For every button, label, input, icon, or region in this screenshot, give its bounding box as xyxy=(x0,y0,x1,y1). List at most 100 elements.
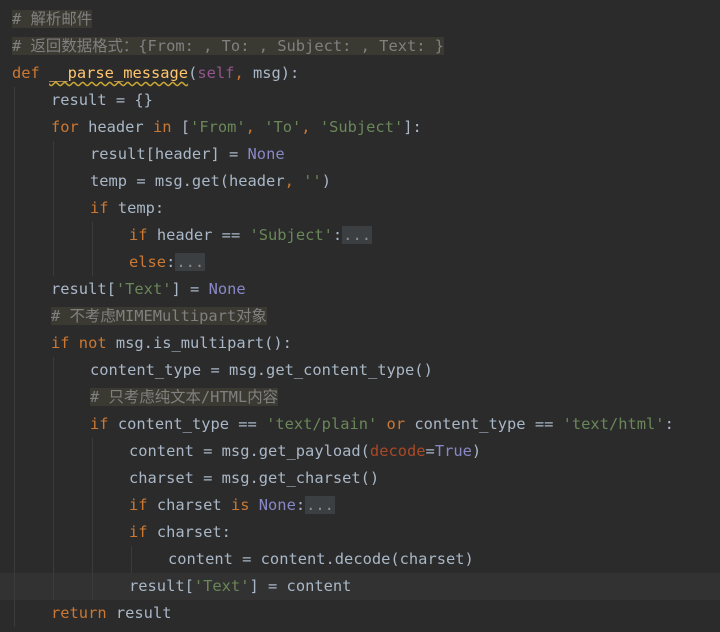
code-line[interactable]: charset = msg.get_charset() xyxy=(0,465,720,492)
code-text: # 不考虑MIMEMultipart对象 xyxy=(51,303,267,330)
code-line[interactable]: if charset: xyxy=(0,519,720,546)
code-line[interactable]: # 解析邮件 xyxy=(0,6,720,33)
code-token: # 只考虑纯文本/HTML内容 xyxy=(90,388,278,406)
code-token: 'Text' xyxy=(115,280,172,298)
indent-guide xyxy=(53,573,54,600)
indent-guide xyxy=(14,492,15,519)
code-text: content = msg.get_payload(decode=True) xyxy=(129,438,481,465)
code-token: : xyxy=(295,496,306,514)
code-token: 'Subject' xyxy=(319,118,404,136)
code-token: temp = msg.get(header xyxy=(90,172,285,190)
code-line[interactable]: if header == 'Subject':... xyxy=(0,222,720,249)
indent-guide xyxy=(92,438,93,465)
indent-guide xyxy=(53,519,54,546)
code-line[interactable]: temp = msg.get(header, '') xyxy=(0,168,720,195)
indent-guide xyxy=(92,249,93,276)
indent-guide xyxy=(92,222,93,249)
code-token: 'text/plain' xyxy=(266,415,387,433)
code-line[interactable]: result[header] = None xyxy=(0,141,720,168)
folded-code-marker[interactable]: ... xyxy=(342,226,372,244)
code-text: else:... xyxy=(129,249,206,276)
folded-code-marker[interactable]: ... xyxy=(305,496,335,514)
code-token: or xyxy=(386,415,415,433)
code-token: if not xyxy=(51,334,116,352)
code-line[interactable]: result['Text'] = None xyxy=(0,276,720,303)
code-token: self xyxy=(197,64,235,82)
code-line[interactable]: if charset is None:... xyxy=(0,492,720,519)
indent-guide xyxy=(53,141,54,168)
code-line[interactable]: content = content.decode(charset) xyxy=(0,546,720,573)
code-token: if xyxy=(129,523,157,541)
indent-guide xyxy=(53,411,54,438)
code-line[interactable]: else:... xyxy=(0,249,720,276)
code-line[interactable]: # 只考虑纯文本/HTML内容 xyxy=(0,384,720,411)
code-token: , xyxy=(245,118,265,136)
code-token: temp: xyxy=(117,199,165,217)
indent-guide xyxy=(14,357,15,384)
code-line[interactable]: content_type = msg.get_content_type() xyxy=(0,357,720,384)
indent-guide xyxy=(14,330,15,357)
code-token: , xyxy=(301,118,320,136)
code-token: ) xyxy=(471,442,482,460)
code-line[interactable]: if content_type == 'text/plain' or conte… xyxy=(0,411,720,438)
indent-guide xyxy=(14,276,15,303)
code-token: return xyxy=(51,604,116,622)
code-token: content_type == xyxy=(414,415,563,433)
code-line[interactable]: if not msg.is_multipart(): xyxy=(0,330,720,357)
code-text: if temp: xyxy=(90,195,164,222)
code-token: : xyxy=(166,253,176,271)
code-line[interactable]: if temp: xyxy=(0,195,720,222)
indent-guide xyxy=(14,222,15,249)
code-token: ]: xyxy=(403,118,422,136)
code-token: content = msg.get_payload( xyxy=(129,442,370,460)
code-text: content_type = msg.get_content_type() xyxy=(90,357,433,384)
code-text: return result xyxy=(51,600,171,627)
code-token: 'text/html' xyxy=(562,415,665,433)
code-token: # 返回数据格式：{From: , To: , Subject: , Text:… xyxy=(12,37,445,55)
code-token: = xyxy=(425,442,435,460)
code-text: content = content.decode(charset) xyxy=(168,546,474,573)
indent-guide xyxy=(14,195,15,222)
indent-guide xyxy=(53,438,54,465)
code-text: if not msg.is_multipart(): xyxy=(51,330,292,357)
code-text: if content_type == 'text/plain' or conte… xyxy=(90,411,674,438)
code-token: content_type = msg.get_content_type() xyxy=(90,361,433,379)
folded-code-marker[interactable]: ... xyxy=(175,253,206,271)
indent-guide xyxy=(92,519,93,546)
code-line[interactable]: return result xyxy=(0,600,720,627)
code-token: result[header] = xyxy=(90,145,248,163)
code-line[interactable]: # 返回数据格式：{From: , To: , Subject: , Text:… xyxy=(0,33,720,60)
code-text: result = {} xyxy=(51,87,153,114)
indent-guide xyxy=(53,492,54,519)
code-editor[interactable]: # 解析邮件 # 返回数据格式：{From: , To: , Subject: ,… xyxy=(0,0,720,632)
code-token: True xyxy=(434,442,472,460)
code-token: in xyxy=(152,118,181,136)
code-text: # 解析邮件 xyxy=(12,6,93,33)
indent-guide xyxy=(92,492,93,519)
code-line[interactable]: for header in ['From', 'To', 'Subject']: xyxy=(0,114,720,141)
code-token: header xyxy=(88,118,153,136)
code-line[interactable]: result['Text'] = content xyxy=(0,573,720,600)
code-text: def __parse_message(self, msg): xyxy=(12,60,299,87)
code-text: charset = msg.get_charset() xyxy=(129,465,379,492)
indent-guide xyxy=(14,411,15,438)
indent-guide xyxy=(14,87,15,114)
indent-guide xyxy=(14,519,15,546)
code-text: if header == 'Subject':... xyxy=(129,222,372,249)
code-line[interactable]: def __parse_message(self, msg): xyxy=(0,60,720,87)
indent-guide xyxy=(53,249,54,276)
code-text: result[header] = None xyxy=(90,141,285,168)
indent-guide xyxy=(92,546,93,573)
code-token: else xyxy=(129,253,167,271)
code-line[interactable]: result = {} xyxy=(0,87,720,114)
code-token: , xyxy=(234,64,253,82)
code-line[interactable]: # 不考虑MIMEMultipart对象 xyxy=(0,303,720,330)
code-line[interactable]: content = msg.get_payload(decode=True) xyxy=(0,438,720,465)
code-token: charset = msg.get_charset() xyxy=(129,469,380,487)
indent-guide xyxy=(53,546,54,573)
code-token: result xyxy=(115,604,172,622)
code-token: charset xyxy=(156,496,231,514)
code-token: if xyxy=(90,199,118,217)
code-token: def xyxy=(12,64,50,82)
code-text: temp = msg.get(header, '') xyxy=(90,168,331,195)
